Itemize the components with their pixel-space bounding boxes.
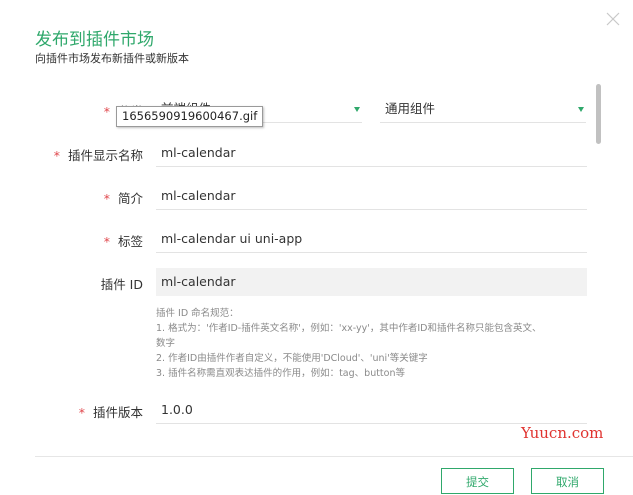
dialog-title: 发布到插件市场 [35, 30, 154, 50]
tags-input[interactable]: ml-calendar ui uni-app [156, 225, 587, 253]
chevron-down-icon [354, 107, 360, 112]
close-icon[interactable] [606, 12, 620, 26]
dialog-subtitle: 向插件市场发布新插件或新版本 [35, 52, 189, 65]
version-label: * 插件版本 [78, 405, 143, 420]
watermark: Yuucn.com [521, 424, 604, 442]
subcategory-select[interactable]: 通用组件 [380, 95, 586, 123]
chevron-down-icon [578, 107, 584, 112]
publish-dialog: 发布到插件市场 向插件市场发布新插件或新版本 *分类 前端组件 通用组件 *插件… [0, 0, 633, 494]
brief-label: * 简介 [103, 191, 143, 206]
plugin-id-row: 插件 ID ml-calendar [0, 268, 633, 298]
display-name-row: * 插件显示名称 ml-calendar [0, 139, 633, 169]
tags-row: * 标签 ml-calendar ui uni-app [0, 225, 633, 255]
hint-line: 数字 [156, 338, 176, 349]
category-row: *分类 前端组件 通用组件 [0, 95, 633, 125]
footer-divider [35, 456, 633, 457]
brief-row: * 简介 ml-calendar [0, 182, 633, 212]
subcategory-select-value: 通用组件 [385, 101, 436, 116]
hint-line: 3. 插件名称需直观表达插件的作用，例如：tag、button等 [156, 368, 405, 379]
display-name-input[interactable]: ml-calendar [156, 139, 587, 167]
version-input[interactable]: 1.0.0 [156, 396, 587, 424]
plugin-id-label: 插件 ID [100, 277, 143, 292]
hint-line: 1. 格式为：'作者ID-插件英文名称'，例如：'xx-yy'，其中作者ID和插… [156, 323, 542, 334]
file-tooltip: 1656590919600467.gif [116, 106, 264, 127]
version-row: * 插件版本 1.0.0 [0, 396, 633, 426]
hint-line: 2. 作者ID由插件作者自定义，不能使用'DCloud'、'uni'等关键字 [156, 353, 428, 364]
cancel-button[interactable]: 取消 [531, 468, 604, 494]
hint-line: 插件 ID 命名规范： [156, 308, 239, 319]
tags-label: * 标签 [103, 234, 143, 249]
brief-input[interactable]: ml-calendar [156, 182, 587, 210]
submit-button[interactable]: 提交 [441, 468, 514, 494]
plugin-id-hint: 插件 ID 命名规范： 1. 格式为：'作者ID-插件英文名称'，例如：'xx-… [156, 306, 596, 381]
plugin-id-input: ml-calendar [156, 268, 587, 296]
scrollbar-thumb[interactable] [596, 84, 601, 144]
display-name-label: * 插件显示名称 [53, 148, 143, 163]
